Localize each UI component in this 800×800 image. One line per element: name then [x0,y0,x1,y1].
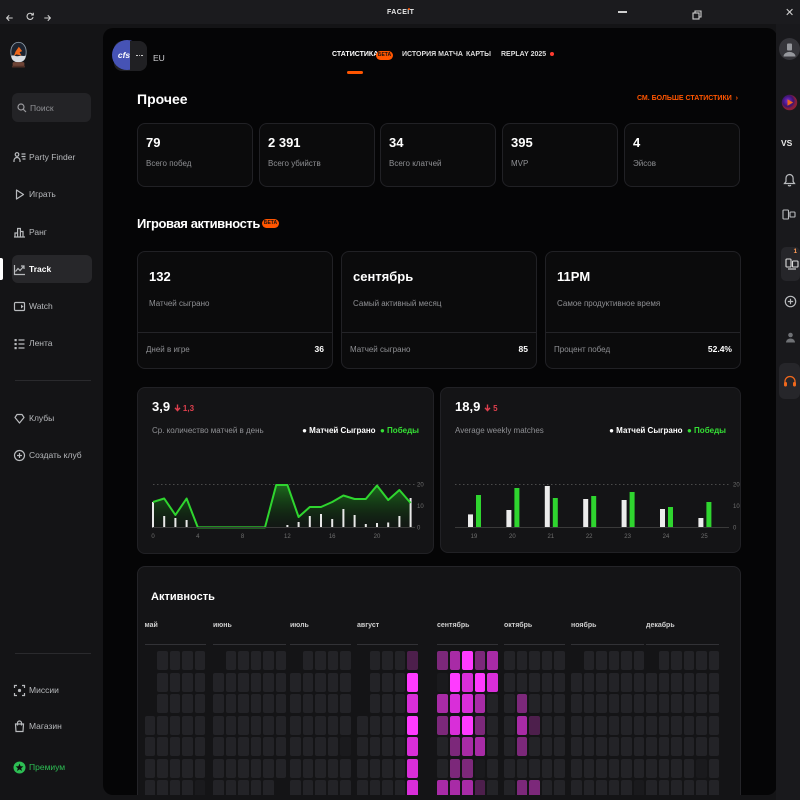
svg-text:20: 20 [417,483,424,489]
svg-text:22: 22 [586,534,593,540]
svg-text:20: 20 [733,483,740,489]
svg-text:0: 0 [151,534,155,540]
svg-text:10: 10 [733,504,740,510]
svg-text:4: 4 [196,534,200,540]
svg-text:16: 16 [329,534,336,540]
svg-text:12: 12 [284,534,291,540]
svg-text:24: 24 [663,534,670,540]
svg-text:20: 20 [374,534,381,540]
svg-text:10: 10 [417,504,424,510]
svg-text:21: 21 [547,534,554,540]
svg-text:0: 0 [417,526,421,532]
svg-text:25: 25 [701,534,708,540]
svg-text:23: 23 [624,534,631,540]
svg-text:8: 8 [241,534,245,540]
svg-text:20: 20 [509,534,516,540]
svg-text:0: 0 [733,526,737,532]
svg-text:19: 19 [471,534,478,540]
